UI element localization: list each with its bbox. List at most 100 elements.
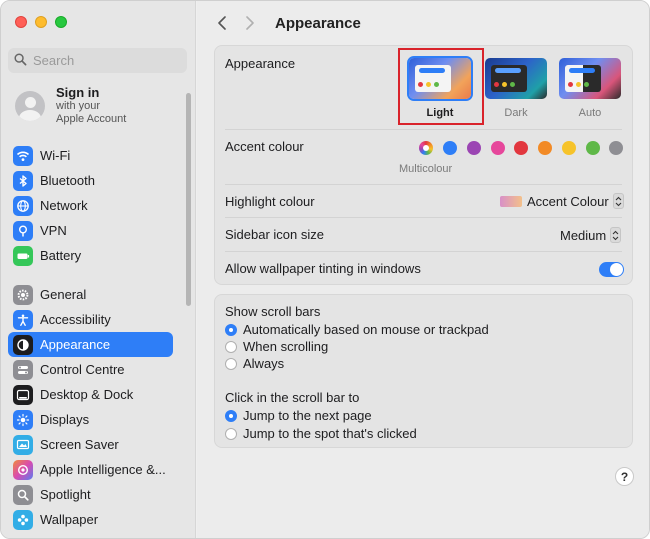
sidebar-item-label: Wallpaper: [40, 512, 99, 527]
sidebar-item-spotlight[interactable]: Spotlight: [8, 482, 173, 507]
search-input[interactable]: [33, 53, 183, 68]
radio-jump-to-spot[interactable]: Jump to the spot that's clicked: [225, 426, 417, 441]
accent-swatch-graphite[interactable]: [609, 141, 623, 155]
minimize-button[interactable]: [35, 16, 47, 28]
back-button[interactable]: [211, 12, 233, 34]
radio-label: When scrolling: [243, 339, 329, 354]
up-down-chevron-icon: [612, 193, 624, 209]
control-centre-icon: [13, 359, 33, 380]
highlight-colour-label: Highlight colour: [225, 194, 315, 209]
radio-button[interactable]: [225, 340, 237, 353]
accent-swatch-pink[interactable]: [491, 141, 505, 155]
sidebar-icon-size-value: Medium: [560, 227, 607, 243]
radio-jump-next-page[interactable]: Jump to the next page: [225, 408, 372, 423]
appearance-option-light[interactable]: [409, 58, 471, 99]
forward-button[interactable]: [239, 12, 261, 34]
click-scroll-bar-row: Click in the scroll bar to: [225, 390, 622, 405]
appearance-option-light-label: Light: [426, 107, 454, 119]
appearance-option-dark-label: Dark: [504, 107, 528, 119]
accent-swatch-blue[interactable]: [443, 141, 457, 155]
sidebar-item-bluetooth[interactable]: Bluetooth: [8, 168, 173, 193]
sidebar-item-wallpaper[interactable]: Wallpaper: [8, 507, 173, 532]
sidebar-item-apple-intelligence[interactable]: Apple Intelligence &...: [8, 457, 173, 482]
sidebar-item-wifi[interactable]: Wi-Fi: [8, 143, 173, 168]
sidebar-item-desktop-dock[interactable]: Desktop & Dock: [8, 382, 173, 407]
sidebar-item-label: Spotlight: [40, 487, 91, 502]
appearance-settings-card: Appearance Light Dark Auto Accent colour…: [214, 45, 633, 285]
sidebar-item-network[interactable]: Network: [8, 193, 173, 218]
system-settings-window: Sign in with your Apple Account Wi-Fi Bl…: [0, 0, 650, 539]
sidebar-group-system: General Accessibility Appearance Control…: [8, 282, 173, 532]
radio-button[interactable]: [225, 409, 237, 422]
dock-icon: [13, 384, 33, 405]
battery-icon: [13, 245, 33, 266]
radio-button[interactable]: [225, 427, 237, 440]
sidebar-item-battery[interactable]: Battery: [8, 243, 173, 268]
accent-swatch-multicolour[interactable]: [419, 141, 433, 155]
appearance-option-dark[interactable]: [485, 58, 547, 99]
sidebar-scrollbar[interactable]: [186, 93, 191, 306]
zoom-button[interactable]: [55, 16, 67, 28]
chevron-right-icon: [246, 16, 254, 30]
radio-label: Jump to the next page: [243, 408, 372, 423]
radio-scroll-when-scrolling[interactable]: When scrolling: [225, 339, 328, 354]
sign-in-account[interactable]: Sign in with your Apple Account: [15, 85, 126, 126]
wallpaper-tinting-toggle[interactable]: [599, 262, 624, 277]
sign-in-subtitle-2: Apple Account: [56, 113, 127, 125]
sidebar-icon-size-popup[interactable]: Medium: [560, 227, 622, 243]
sidebar-item-general[interactable]: General: [8, 282, 173, 307]
sign-in-subtitle-1: with your: [56, 100, 101, 112]
sidebar-item-control-centre[interactable]: Control Centre: [8, 357, 173, 382]
accent-colour-label: Accent colour: [225, 139, 304, 154]
gear-icon: [13, 284, 33, 305]
radio-label: Always: [243, 356, 285, 371]
sidebar-item-label: Battery: [40, 248, 82, 263]
accent-swatch-green[interactable]: [586, 141, 600, 155]
close-button[interactable]: [15, 16, 27, 28]
sign-in-title: Sign in: [56, 85, 100, 100]
scroll-bars-card: Show scroll bars Automatically based on …: [214, 294, 633, 448]
sidebar-item-vpn[interactable]: VPN: [8, 218, 173, 243]
chevron-left-icon: [218, 16, 226, 30]
sidebar-item-label: VPN: [40, 223, 67, 238]
sidebar-item-label: Bluetooth: [40, 173, 95, 188]
sidebar-item-label: Appearance: [40, 337, 111, 352]
sidebar-item-screen-saver[interactable]: Screen Saver: [8, 432, 173, 457]
sidebar-item-displays[interactable]: Displays: [8, 407, 173, 432]
search-field[interactable]: [8, 48, 187, 73]
sidebar-item-label: General: [40, 287, 87, 302]
sidebar-item-accessibility[interactable]: Accessibility: [8, 307, 173, 332]
accent-selected-caption: Multicolour: [399, 163, 453, 175]
radio-scroll-automatic[interactable]: Automatically based on mouse or trackpad: [225, 322, 489, 337]
sidebar-item-label: Control Centre: [40, 362, 125, 377]
click-scroll-bar-label: Click in the scroll bar to: [225, 390, 360, 405]
bluetooth-icon: [13, 170, 33, 191]
accent-swatch-yellow[interactable]: [562, 141, 576, 155]
appearance-option-auto[interactable]: [559, 58, 621, 99]
wallpaper-icon: [13, 509, 33, 530]
sidebar-item-label: Wi-Fi: [40, 148, 71, 163]
toolbar: Appearance: [197, 11, 649, 35]
display-icon: [13, 409, 33, 430]
radio-button[interactable]: [225, 357, 237, 370]
accent-swatch-orange[interactable]: [538, 141, 552, 155]
help-button[interactable]: ?: [615, 467, 634, 486]
sidebar-item-label: Apple Intelligence &...: [40, 462, 166, 477]
screen-saver-icon: [13, 434, 33, 455]
highlight-colour-popup[interactable]: Accent Colour: [500, 193, 624, 209]
radio-button[interactable]: [225, 323, 237, 336]
sidebar-item-label: Desktop & Dock: [40, 387, 134, 402]
sidebar-item-label: Accessibility: [40, 312, 111, 327]
sidebar-item-label: Network: [40, 198, 88, 213]
accent-swatch-purple[interactable]: [467, 141, 481, 155]
appearance-icon: [13, 334, 33, 355]
sidebar-item-label: Displays: [40, 412, 90, 427]
radio-scroll-always[interactable]: Always: [225, 356, 284, 371]
divider: [225, 129, 622, 130]
sidebar-item-appearance[interactable]: Appearance: [8, 332, 173, 357]
appearance-option-auto-label: Auto: [578, 107, 602, 119]
up-down-chevron-icon: [610, 227, 622, 243]
radio-label: Jump to the spot that's clicked: [243, 426, 417, 441]
apple-intelligence-icon: [13, 459, 33, 480]
accent-swatch-red[interactable]: [514, 141, 528, 155]
